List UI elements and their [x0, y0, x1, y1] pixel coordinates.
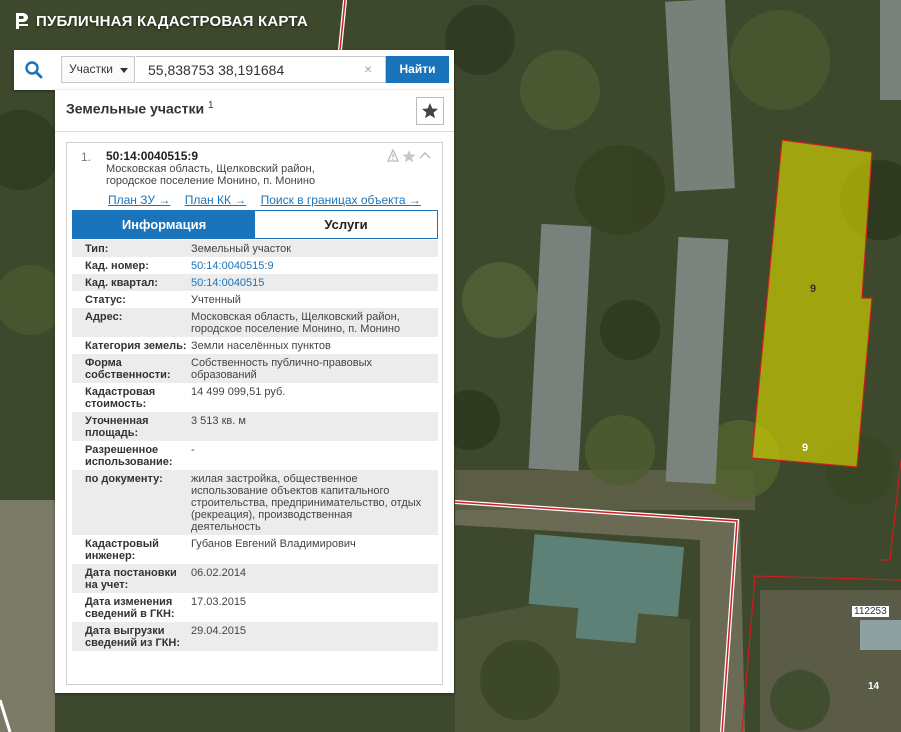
result-count: 1 [207, 100, 214, 111]
attribute-row: Форма собственности: Собственность публич… [72, 354, 438, 383]
attribute-value: 17.03.2015 [191, 596, 247, 608]
attribute-label: Кадастровая стоимость: [85, 386, 156, 410]
card-actions [387, 149, 431, 163]
attribute-row: Кад. номер: 50:14:0040515:9 [72, 257, 438, 274]
attribute-value: Собственность публично-правовых образова… [191, 357, 373, 381]
result-cad-number[interactable]: 50:14:0040515:9 [106, 149, 198, 163]
clear-icon[interactable]: × [364, 62, 372, 76]
star-icon [422, 103, 438, 119]
attribute-value: жилая застройка, общественное использова… [191, 473, 422, 533]
attribute-label: Тип: [85, 243, 109, 255]
favorites-button[interactable] [416, 97, 444, 125]
divider [55, 131, 454, 132]
attribute-row: Кадастровый инженер: Губанов Евгений Влад… [72, 535, 438, 564]
attribute-row: Дата постановки на учет: 06.02.2014 [72, 564, 438, 593]
result-links: План ЗУ → План КК → Поиск в границах объ… [108, 193, 432, 207]
tab-info[interactable]: Информация [73, 211, 255, 238]
warning-icon[interactable] [387, 149, 400, 162]
attribute-label: Кадастровый инженер: [85, 538, 159, 562]
plot-label[interactable]: 14 [868, 681, 879, 692]
attribute-row: Разрешенное использование: - [72, 441, 438, 470]
attribute-value: Московская область, Щелковский район, го… [191, 311, 401, 335]
attribute-value: Земли населённых пунктов [191, 340, 331, 352]
panel-title: Земельные участки 1 [66, 100, 214, 117]
results-panel: Земельные участки 1 1. 50:14:0040515:9 М… [55, 90, 454, 693]
attribute-value: 29.04.2015 [191, 625, 247, 637]
attribute-row: Тип: Земельный участок [72, 240, 438, 257]
attribute-row: Дата изменения сведений в ГКН: 17.03.2015 [72, 593, 438, 622]
attribute-value-link[interactable]: 50:14:0040515 [191, 277, 438, 289]
attribute-label: Разрешенное использование: [85, 444, 173, 468]
panel-title-text: Земельные участки [66, 100, 205, 117]
attribute-label: Уточненная площадь: [85, 415, 149, 439]
attribute-row: Адрес: Московская область, Щелковский рай… [72, 308, 438, 337]
search-button[interactable]: Найти [386, 56, 449, 83]
attribute-value-link[interactable]: 50:14:0040515:9 [191, 260, 438, 272]
attribute-label: Форма собственности: [85, 357, 171, 381]
attribute-row: Категория земель: Земли населённых пункто… [72, 337, 438, 354]
attribute-label: Кад. квартал: [85, 277, 159, 289]
attribute-value: Земельный участок [191, 243, 292, 255]
attribute-row: Уточненная площадь: 3 513 кв. м [72, 412, 438, 441]
attribute-label: Дата постановки на учет: [85, 567, 177, 591]
link-plan-kk[interactable]: План КК → [185, 193, 247, 207]
attribute-label: Адрес: [85, 311, 123, 323]
star-icon[interactable] [402, 150, 416, 163]
attribute-row: Кадастровая стоимость: 14 499 099,51 руб. [72, 383, 438, 412]
search-bar: Участки × Найти [14, 50, 454, 90]
attribute-label: Статус: [85, 294, 126, 306]
attribute-label: Дата изменения сведений в ГКН: [85, 596, 175, 620]
result-tabs: Информация Услуги [72, 210, 438, 239]
attribute-value: Учтенный [191, 294, 241, 306]
plot-label[interactable]: 9 [802, 442, 808, 454]
attributes-table: Тип: Земельный участок Кад. номер: 50:14:00… [72, 240, 438, 651]
rosreestr-logo-icon[interactable] [14, 12, 30, 30]
app-header: ПУБЛИЧНАЯ КАДАСТРОВАЯ КАРТА [14, 12, 308, 30]
attribute-value: 3 513 кв. м [191, 415, 246, 427]
search-input[interactable] [136, 56, 386, 83]
result-address: Московская область, Щелковский район, го… [106, 163, 316, 187]
attribute-row: Статус: Учтенный [72, 291, 438, 308]
attribute-value: Губанов Евгений Владимирович [191, 538, 356, 550]
chevron-down-icon [120, 68, 128, 73]
result-index: 1. [81, 150, 92, 164]
tab-services[interactable]: Услуги [255, 211, 437, 238]
attribute-value: 06.02.2014 [191, 567, 247, 579]
attribute-label: по документу: [85, 473, 163, 485]
attribute-label: Категория земель: [85, 340, 187, 352]
attribute-row: Кад. квартал: 50:14:0040515 [72, 274, 438, 291]
search-type-value: Участки [69, 62, 113, 76]
search-type-dropdown[interactable]: Участки [61, 56, 135, 83]
attribute-label: Кад. номер: [85, 260, 149, 272]
chevron-up-icon[interactable] [419, 151, 431, 159]
search-icon[interactable] [24, 60, 44, 80]
attribute-value: 14 499 099,51 руб. [191, 386, 286, 398]
link-plan-zu[interactable]: План ЗУ → [108, 193, 170, 207]
app-title: ПУБЛИЧНАЯ КАДАСТРОВАЯ КАРТА [36, 12, 308, 30]
attribute-row: по документу: жилая застройка, общественн… [72, 470, 438, 535]
result-card: 1. 50:14:0040515:9 Московская область, Щ… [66, 142, 443, 685]
attribute-row: Дата выгрузки сведений из ГКН: 29.04.2015 [72, 622, 438, 651]
link-search-in-bounds[interactable]: Поиск в границах объекта → [261, 193, 421, 207]
plot-label[interactable]: 112253 [852, 606, 889, 617]
plot-label[interactable]: 9 [810, 283, 816, 295]
attribute-label: Дата выгрузки сведений из ГКН: [85, 625, 181, 649]
attribute-value: - [191, 444, 195, 456]
